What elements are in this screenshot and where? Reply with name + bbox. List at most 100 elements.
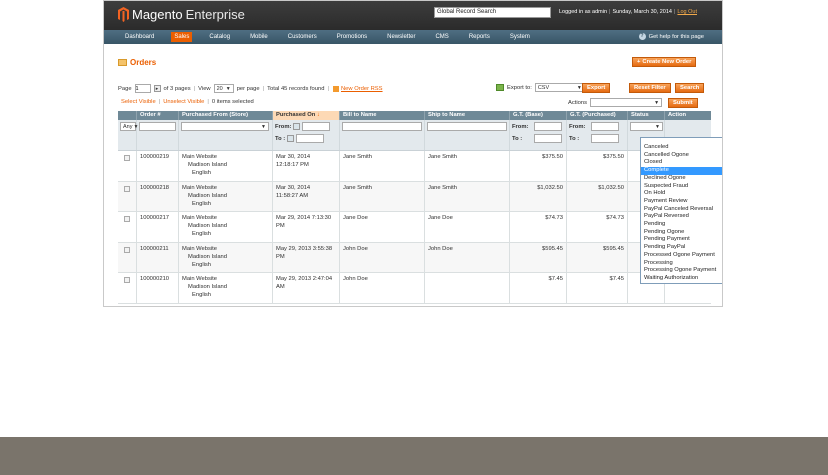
status-option[interactable]: Closed	[641, 159, 722, 167]
filter-bill-input[interactable]	[342, 122, 422, 131]
ship-to-name: Jane Doe	[428, 215, 453, 221]
status-option[interactable]: Complete	[641, 167, 722, 175]
row-checkbox[interactable]	[124, 277, 130, 283]
select-visible-link[interactable]: Select Visible	[121, 99, 156, 105]
col-header-order[interactable]: Order #	[137, 111, 179, 120]
status-option[interactable]: Pending	[641, 221, 722, 229]
table-row[interactable]: 100000218 Main Website Madison Island Engli…	[118, 181, 711, 212]
status-option[interactable]: Waiting Authorization	[641, 275, 722, 283]
unselect-visible-link[interactable]: Unselect Visible	[163, 99, 204, 105]
table-cell: Jane Smith	[425, 151, 510, 181]
status-option[interactable]: Processing Ogone Payment	[641, 267, 722, 275]
grand-total-base: $7.45	[548, 276, 563, 282]
status-option[interactable]: Processing	[641, 260, 722, 268]
per-page-label: per page	[236, 85, 260, 92]
filter-store-select[interactable]: ▼	[181, 122, 269, 131]
table-cell: Jane Doe	[425, 212, 510, 242]
store-name: Madison Island	[188, 223, 227, 229]
export-button[interactable]: Export	[582, 83, 611, 93]
chevron-down-icon: ▼	[654, 100, 660, 106]
table-row[interactable]: 100000219 Main Website Madison Island Engli…	[118, 151, 711, 182]
ship-to-name: John Doe	[428, 245, 453, 252]
col-header-purchased-on[interactable]: Purchased On ↓	[273, 111, 340, 120]
purchased-time: 11:58:27 AM	[276, 192, 309, 199]
filter-purchased-from-input[interactable]	[591, 122, 619, 131]
table-cell: $1,032.50	[510, 181, 567, 211]
table-cell: $1,032.50	[567, 181, 628, 211]
actions-select[interactable]: ▼	[590, 98, 663, 107]
filter-status-select[interactable]: ▼	[630, 122, 663, 131]
export-format-select[interactable]: CSV ▼	[534, 83, 585, 92]
create-new-order-button[interactable]: + Create New Order	[632, 57, 697, 67]
table-cell: $375.50	[510, 151, 567, 181]
table-row[interactable]: 100000217 Main Website Madison Island Engli…	[118, 212, 711, 243]
col-header-store[interactable]: Purchased From (Store)	[179, 111, 273, 120]
page-number-input[interactable]	[134, 84, 151, 93]
status-option[interactable]: Payment Review	[641, 198, 722, 206]
row-checkbox[interactable]	[124, 185, 130, 192]
export-format-value: CSV	[537, 85, 550, 91]
reset-filter-button[interactable]: Reset Filter	[629, 83, 671, 93]
filter-purchased-to-input[interactable]	[591, 134, 619, 143]
col-header-gt-base[interactable]: G.T. (Base)	[510, 111, 567, 120]
submit-button[interactable]: Submit	[668, 98, 698, 108]
nav-promotions[interactable]: Promotions	[334, 32, 370, 42]
filter-ship-input[interactable]	[427, 122, 507, 131]
status-option[interactable]: Pending PayPal	[641, 244, 722, 252]
row-checkbox[interactable]	[124, 246, 130, 253]
status-option[interactable]: On Hold	[641, 190, 722, 198]
calendar-icon[interactable]	[293, 123, 301, 130]
filter-date-from-input[interactable]	[302, 122, 331, 131]
status-option[interactable]: Processed Ogone Payment	[641, 252, 722, 260]
help-link[interactable]: ? Get help for this page	[638, 33, 704, 40]
search-button[interactable]: Search	[675, 83, 705, 93]
nav-reports[interactable]: Reports	[466, 32, 493, 42]
col-header-bill-to[interactable]: Bill to Name	[340, 111, 425, 120]
status-option[interactable]: PayPal Canceled Reversal	[641, 206, 722, 214]
store-website: Main Website	[182, 245, 218, 252]
nav-system[interactable]: System	[507, 32, 533, 42]
store-name: Madison Island	[188, 162, 227, 168]
status-option[interactable]: Pending Ogone	[641, 229, 722, 237]
status-option[interactable]: Pending Payment	[641, 236, 722, 244]
nav-cms[interactable]: CMS	[432, 32, 451, 42]
store-view: English	[192, 261, 212, 268]
status-option[interactable]: Canceled	[641, 144, 722, 152]
table-cell: $595.45	[510, 242, 567, 272]
next-page-icon[interactable]: ▸	[153, 85, 161, 92]
col-header-status[interactable]: Status	[628, 111, 665, 120]
table-row[interactable]: 100000210 Main Website Madison Island Engli…	[118, 273, 711, 304]
col-header-gt-purchased[interactable]: G.T. (Purchased)	[567, 111, 628, 120]
filter-any-select[interactable]: Any▼	[120, 122, 138, 131]
table-cell	[118, 181, 137, 211]
new-order-rss-link[interactable]: New Order RSS	[341, 86, 383, 92]
table-cell: John Doe	[425, 242, 510, 272]
nav-customers[interactable]: Customers	[285, 32, 320, 42]
status-dropdown-list: Canceled Cancelled Ogone Closed Complete Dec…	[640, 137, 722, 284]
filter-base-from-input[interactable]	[534, 122, 562, 131]
global-search-input[interactable]: Global Record Search	[434, 7, 551, 18]
filter-date-to-input[interactable]	[296, 134, 325, 143]
nav-dashboard[interactable]: Dashboard	[122, 32, 157, 42]
status-option[interactable]: PayPal Reversed	[641, 213, 722, 221]
filter-bill-cell	[340, 120, 425, 150]
nav-newsletter[interactable]: Newsletter	[384, 32, 418, 42]
status-option[interactable]: Suspected Fraud	[641, 183, 722, 191]
filter-order-input[interactable]	[139, 122, 176, 131]
col-header-ship-to[interactable]: Ship to Name	[425, 111, 510, 120]
status-option[interactable]: Declined Ogone	[641, 175, 722, 183]
filter-purchased-to-label: To :	[569, 135, 580, 142]
nav-sales[interactable]: Sales	[171, 32, 193, 42]
magento-logo[interactable]: Magento Enterprise	[118, 7, 245, 22]
filter-base-to-input[interactable]	[534, 134, 562, 143]
status-option[interactable]: Cancelled Ogone	[641, 152, 722, 160]
store-website: Main Website	[182, 184, 218, 191]
nav-catalog[interactable]: Catalog	[206, 32, 233, 42]
per-page-select[interactable]: 20 ▼	[213, 84, 234, 93]
logout-link[interactable]: Log Out	[677, 9, 697, 15]
row-checkbox[interactable]	[124, 155, 130, 161]
table-row[interactable]: 100000211 Main Website Madison Island Engli…	[118, 242, 711, 273]
row-checkbox[interactable]	[124, 216, 130, 222]
nav-mobile[interactable]: Mobile	[247, 32, 271, 42]
calendar-icon[interactable]	[287, 135, 295, 142]
